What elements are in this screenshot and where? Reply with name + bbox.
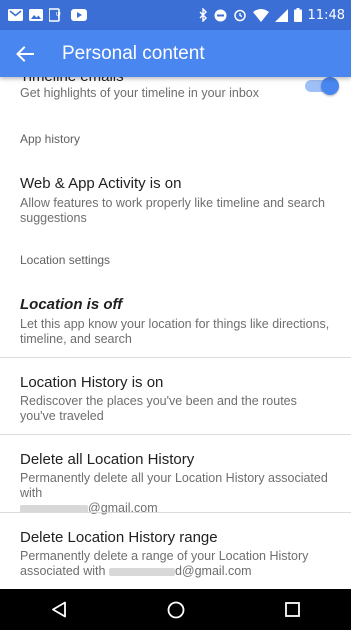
timeline-emails-toggle[interactable] [305, 77, 339, 95]
web-app-activity-title: Web & App Activity is on [20, 175, 182, 192]
do-not-disturb-icon [214, 9, 227, 22]
status-left-icons: ψ [8, 8, 87, 22]
back-button[interactable] [0, 30, 50, 77]
app-history-header: App history [20, 132, 81, 146]
arrow-back-icon[interactable] [16, 45, 34, 63]
delete-range-email: d@gmail.com [174, 564, 252, 578]
youtube-icon [71, 9, 87, 21]
status-bar: ψ 11:48 [0, 0, 351, 30]
debug-icon: ψ [49, 8, 65, 22]
location-history-item[interactable]: Location History is on Rediscover the pl… [0, 358, 351, 434]
web-app-activity-item[interactable]: Web & App Activity is on Allow features … [0, 165, 351, 235]
delete-all-subtitle: Permanently delete all your Location His… [20, 471, 332, 516]
delete-range-subtitle: Permanently delete a range of your Locat… [20, 549, 332, 579]
location-settings-header: Location settings [20, 253, 111, 267]
settings-list[interactable]: Timeline emails Get highlights of your t… [0, 77, 351, 589]
toggle-thumb [321, 77, 339, 95]
battery-icon [293, 8, 302, 22]
home-icon[interactable] [167, 601, 185, 619]
timeline-emails-item[interactable]: Timeline emails Get highlights of your t… [0, 77, 351, 107]
signal-icon [274, 8, 288, 22]
home-button[interactable] [156, 590, 196, 630]
image-icon [29, 9, 43, 21]
page-title: Personal content [62, 42, 205, 64]
location-item[interactable]: Location is off Let this app know your l… [0, 282, 351, 357]
delete-all-title: Delete all Location History [20, 451, 195, 468]
svg-text:ψ: ψ [56, 10, 61, 18]
alarm-icon [233, 8, 247, 22]
timeline-emails-title: Timeline emails [20, 77, 124, 85]
nav-back-icon[interactable] [51, 601, 67, 618]
nav-back-button[interactable] [39, 590, 79, 630]
delete-range-prefix: associated with [20, 564, 106, 578]
delete-range-subtitle-text: Permanently delete a range of your Locat… [20, 549, 309, 563]
redacted-email [108, 567, 175, 576]
delete-range-title: Delete Location History range [20, 529, 218, 546]
location-subtitle: Let this app know your location for thin… [20, 317, 330, 346]
recents-icon[interactable] [285, 602, 300, 617]
location-title: Location is off [20, 296, 123, 313]
gmail-icon [8, 9, 23, 21]
status-right-icons: 11:48 [199, 8, 345, 23]
recents-button[interactable] [273, 590, 313, 630]
navigation-bar [0, 589, 351, 630]
timeline-emails-subtitle: Get highlights of your timeline in your … [20, 86, 260, 100]
delete-all-subtitle-text: Permanently delete all your Location His… [20, 471, 328, 500]
status-time: 11:48 [307, 7, 345, 23]
delete-all-history-item[interactable]: Delete all Location History Permanently … [0, 435, 351, 515]
web-app-activity-subtitle: Allow features to work properly like tim… [20, 196, 325, 225]
delete-range-item[interactable]: Delete Location History range Permanentl… [0, 513, 351, 589]
app-bar: Personal content [0, 30, 351, 77]
wifi-icon [252, 8, 269, 22]
location-history-title: Location History is on [20, 374, 164, 391]
bluetooth-icon [199, 8, 208, 22]
location-history-subtitle: Rediscover the places you've been and th… [20, 394, 297, 423]
